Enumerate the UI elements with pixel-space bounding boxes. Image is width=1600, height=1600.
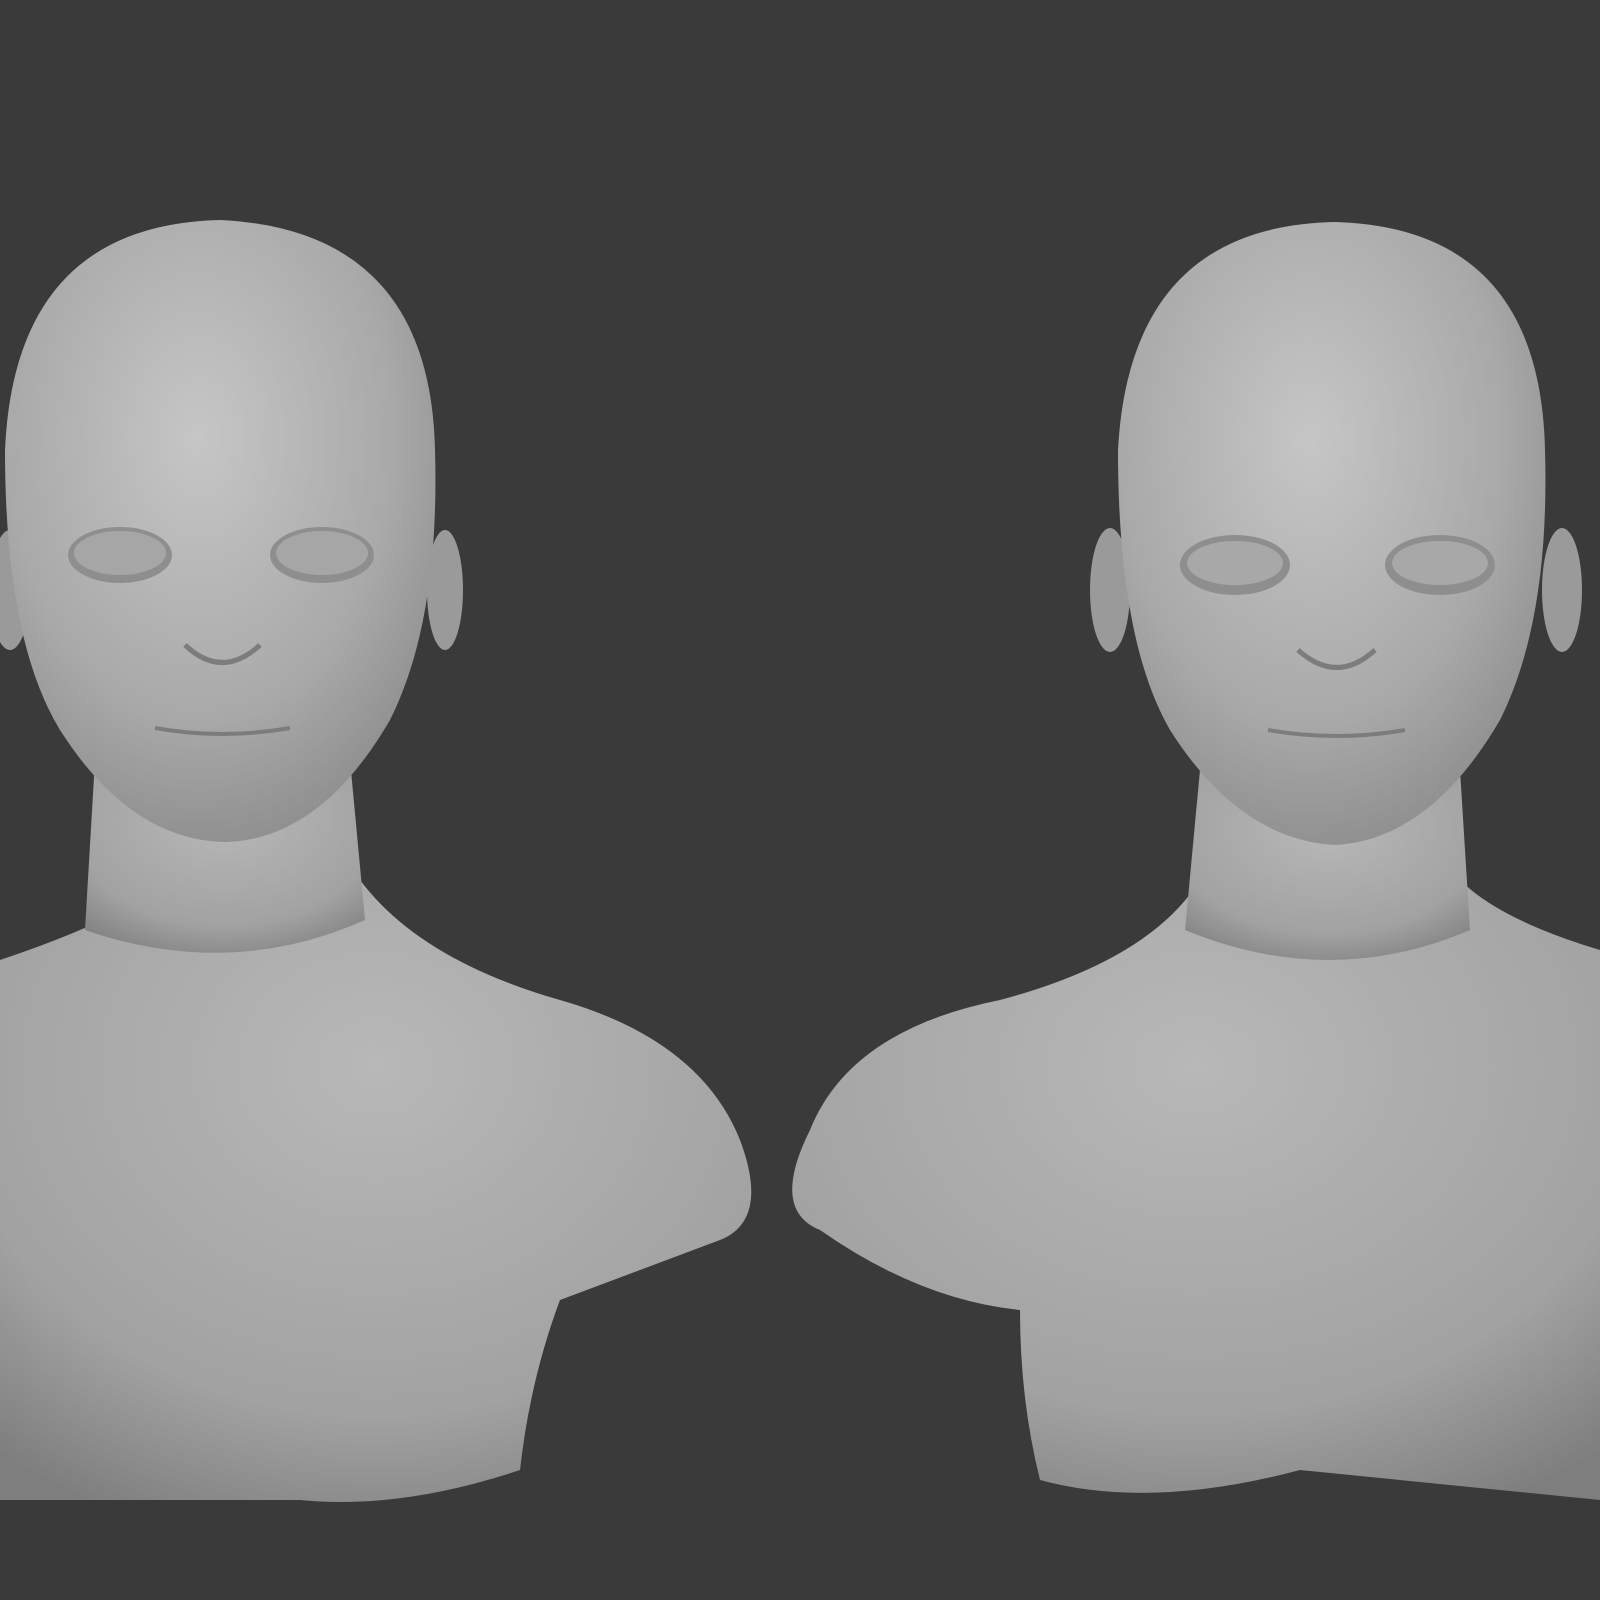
ear-right [1542,528,1582,652]
eye-socket-left-inner [1187,541,1283,585]
3d-viewport[interactable] [0,0,1600,1600]
eye-socket-right-inner [276,531,368,575]
eye-socket-right-inner [1392,541,1488,585]
eye-socket-left-inner [74,531,166,575]
